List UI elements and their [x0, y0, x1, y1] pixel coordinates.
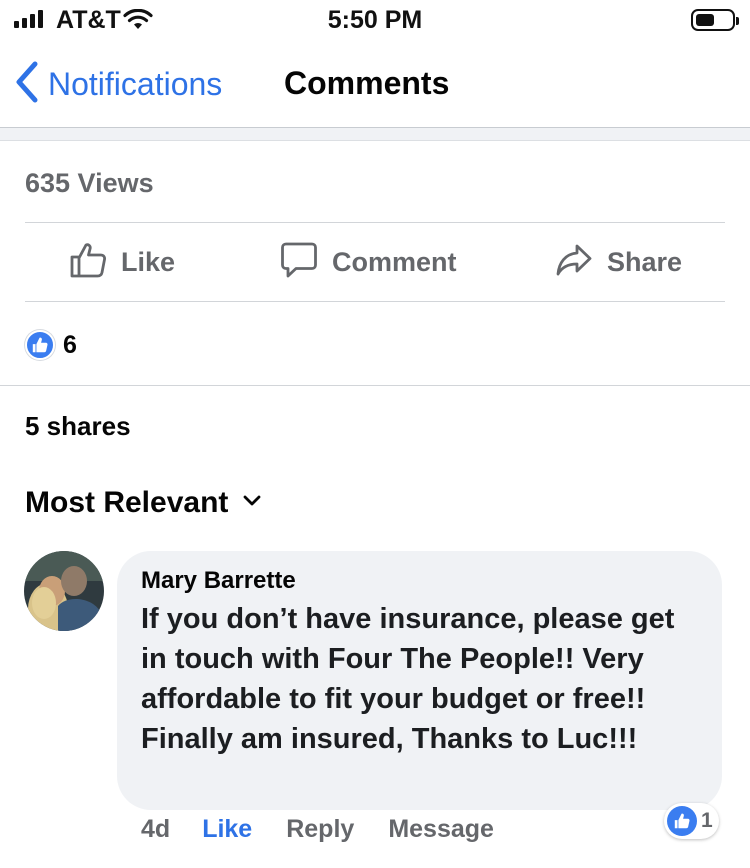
avatar[interactable] — [24, 551, 104, 631]
page-title: Comments — [284, 65, 450, 101]
back-label: Notifications — [48, 66, 223, 102]
post-action-row: Like Comment Share — [25, 223, 725, 301]
share-arrow-icon — [555, 241, 593, 284]
comment-reaction-count: 1 — [701, 809, 713, 832]
comment-bubble[interactable]: Mary Barrette If you don’t have insuranc… — [117, 551, 722, 810]
divider — [25, 301, 725, 302]
view-count: 635 Views — [25, 168, 154, 198]
chevron-left-icon — [14, 60, 40, 109]
like-button[interactable]: Like — [69, 223, 175, 301]
comment-text: If you don’t have insurance, please get … — [141, 603, 675, 755]
comment-like-button[interactable]: Like — [202, 815, 252, 844]
reaction-count: 6 — [63, 330, 77, 359]
comment-label: Comment — [332, 246, 457, 277]
comment-button[interactable]: Comment — [280, 223, 457, 301]
comment-bubble-icon — [280, 241, 318, 284]
comment-reply-button[interactable]: Reply — [286, 815, 354, 844]
like-reaction-icon — [667, 806, 697, 836]
comment-author[interactable]: Mary Barrette — [141, 567, 698, 595]
share-count[interactable]: 5 shares — [25, 411, 131, 442]
comment-sort-dropdown[interactable]: Most Relevant — [25, 486, 262, 520]
chevron-down-icon — [242, 494, 262, 513]
reaction-summary[interactable]: 6 — [25, 330, 77, 360]
sort-label: Most Relevant — [25, 486, 229, 519]
like-label: Like — [121, 246, 176, 277]
comment-timestamp[interactable]: 4d — [141, 815, 170, 844]
share-label: Share — [607, 246, 683, 277]
comment-reaction-badge[interactable]: 1 — [664, 803, 719, 839]
status-time: 5:50 PM — [327, 6, 423, 34]
status-bar: AT&T 5:50 PM — [0, 0, 750, 40]
battery-icon — [691, 9, 739, 31]
comment-message-button[interactable]: Message — [388, 815, 494, 844]
nav-divider — [0, 127, 750, 141]
divider — [0, 385, 750, 386]
like-reaction-icon — [25, 330, 55, 360]
navigation-bar: Notifications Comments — [0, 52, 750, 116]
back-button[interactable]: Notifications — [14, 60, 222, 109]
thumbs-up-icon — [69, 241, 107, 284]
comment-action-row: 4d Like Reply Message — [141, 815, 528, 844]
share-button[interactable]: Share — [555, 223, 682, 301]
